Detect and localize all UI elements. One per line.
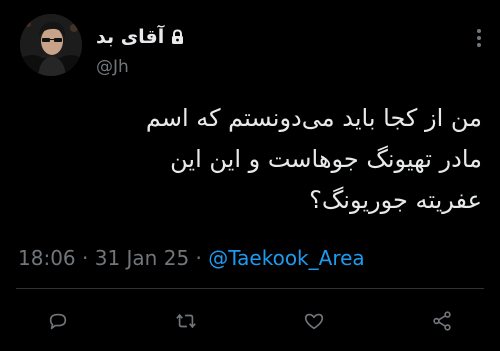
display-name[interactable]: آقای بد (96, 26, 164, 48)
reply-icon (49, 313, 67, 330)
tweet-source-link[interactable]: @Taekook_Area (208, 246, 364, 270)
tweet-date: 31 Jan 25 (94, 246, 190, 270)
meta-separator: · (189, 246, 209, 270)
name-row: آقای بد (96, 26, 185, 48)
tweet-header: آقای بد @Jh (16, 12, 486, 82)
tweet-text: من از کجا باید می‌دونستم که اسم مادر تهی… (145, 104, 482, 214)
author-handle[interactable]: @Jh (96, 57, 129, 77)
meta-separator: · (75, 246, 95, 270)
share-icon (433, 311, 451, 331)
lock-icon (170, 29, 185, 45)
reply-button[interactable] (46, 309, 70, 333)
retweet-icon (176, 313, 196, 329)
heart-icon (304, 313, 324, 330)
avatar-photo (20, 14, 82, 76)
retweet-button[interactable] (174, 309, 198, 333)
tweet-meta: 18:06 · 31 Jan 25 · @Taekook_Area (18, 246, 365, 270)
like-button[interactable] (302, 309, 326, 333)
share-button[interactable] (430, 309, 454, 333)
action-bar (46, 309, 454, 333)
tweet-time: 18:06 (18, 246, 76, 270)
more-options-icon[interactable] (472, 28, 486, 48)
divider (16, 288, 484, 289)
avatar[interactable] (20, 14, 82, 76)
